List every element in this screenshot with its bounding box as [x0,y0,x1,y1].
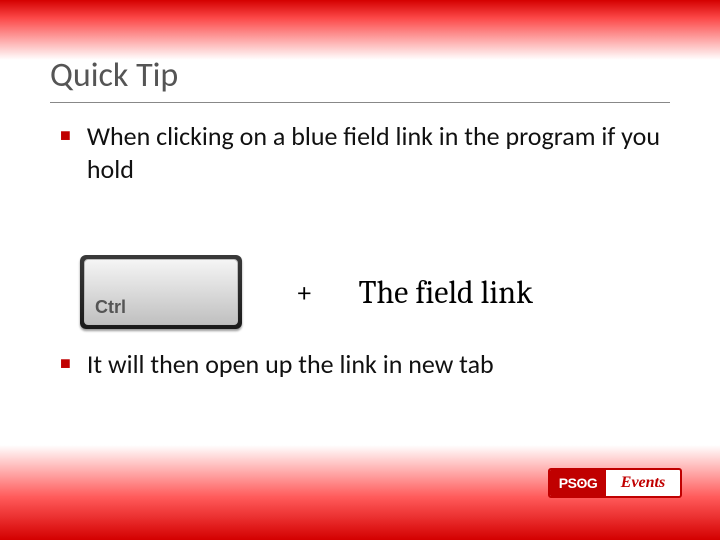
ctrl-key-label: Ctrl [95,297,126,318]
ctrl-key-cap: Ctrl [84,259,238,325]
bullet-item: ■ It will then open up the link in new t… [60,348,660,381]
field-link-text: The field link [359,274,533,311]
logo-word: Events [606,470,680,496]
bullet-mark-icon: ■ [60,348,71,378]
title-underline [50,102,670,103]
slide-title: Quick Tip [50,55,178,96]
plus-sign: + [296,275,313,310]
body-area: ■ When clicking on a blue field link in … [60,120,660,195]
bullet-text: When clicking on a blue field link in th… [87,120,660,185]
body-area-2: ■ It will then open up the link in new t… [60,348,660,391]
logo-brand: PSʘG [550,470,606,496]
key-combo-row: Ctrl + The field link [80,255,660,329]
psug-events-logo: PSʘG Events [548,468,682,498]
bullet-mark-icon: ■ [60,120,71,150]
top-gradient-band [0,0,720,60]
bullet-item: ■ When clicking on a blue field link in … [60,120,660,185]
ctrl-key-icon: Ctrl [80,255,242,329]
bullet-text: It will then open up the link in new tab [87,348,494,381]
slide: Quick Tip ■ When clicking on a blue fiel… [0,0,720,540]
